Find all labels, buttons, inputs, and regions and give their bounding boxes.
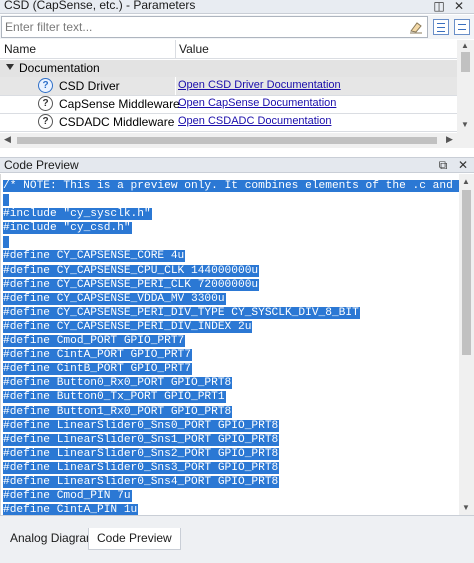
code-preview-editor[interactable]: /* NOTE: This is a preview only. It comb… (0, 174, 459, 515)
code-line-text: #define LinearSlider0_Sns0_PORT GPIO_PRT… (3, 419, 280, 432)
parameters-pane-title-bar: CSD (CapSense, etc.) - Parameters ◫ ✕ (0, 0, 474, 14)
parameter-name: CapSense Middleware (59, 97, 180, 111)
code-line: #define CY_CAPSENSE_PERI_CLK 72000000u (3, 278, 459, 292)
code-line-text: #define LinearSlider0_Sns1_PORT GPIO_PRT… (3, 433, 280, 446)
parameter-name: CSD Driver (59, 79, 120, 93)
documentation-link[interactable]: Open CSD Driver Documentation (178, 79, 341, 91)
scroll-thumb[interactable] (462, 190, 471, 355)
help-icon[interactable]: ? (38, 96, 53, 111)
code-line: #define CY_CAPSENSE_PERI_DIV_INDEX 2u (3, 320, 459, 334)
parameters-horizontal-scrollbar[interactable]: ◀ ▶ (0, 133, 474, 148)
group-label: Documentation (19, 61, 100, 75)
code-line-text (3, 236, 9, 249)
code-line-text: #define CY_CAPSENSE_PERI_CLK 72000000u (3, 278, 260, 291)
parameter-row-csd-driver[interactable]: ? CSD Driver Open CSD Driver Documentati… (0, 77, 457, 95)
clear-filter-icon[interactable] (409, 20, 423, 34)
pin-icon[interactable]: ◫ (432, 0, 446, 13)
code-line: #define LinearSlider0_Sns1_PORT GPIO_PRT… (3, 433, 459, 447)
code-preview-title: Code Preview (4, 158, 79, 172)
parameter-name: CSDADC Middleware (59, 115, 175, 129)
code-line (3, 235, 459, 249)
tab-code-preview[interactable]: Code Preview (88, 528, 181, 550)
scroll-up-icon[interactable]: ▲ (461, 41, 469, 50)
code-line-text: /* NOTE: This is a preview only. It comb… (3, 180, 459, 192)
code-line: #define CintA_PIN 1u (3, 503, 459, 515)
scroll-right-icon[interactable]: ▶ (446, 134, 453, 145)
group-row-documentation[interactable]: Documentation (0, 60, 457, 77)
code-line-text: #define CintB_PORT GPIO_PRT7 (3, 363, 192, 376)
code-line-text: #define CY_CAPSENSE_PERI_DIV_TYPE CY_SYS… (3, 306, 360, 319)
scroll-left-icon[interactable]: ◀ (4, 134, 11, 145)
code-line: #define LinearSlider0_Sns3_PORT GPIO_PRT… (3, 461, 459, 475)
parameters-vertical-scrollbar[interactable]: ▲ ▼ (457, 40, 474, 133)
code-line-text: #define Button0_Tx_PORT GPIO_PRT1 (3, 391, 226, 404)
code-line-text: #define CY_CAPSENSE_CORE 4u (3, 250, 186, 263)
column-header-value[interactable]: Value (179, 42, 209, 56)
code-line-text: #define Button1_Rx0_PORT GPIO_PRT8 (3, 405, 233, 418)
scroll-up-icon[interactable]: ▲ (462, 177, 470, 186)
code-line-text: #define CY_CAPSENSE_VDDA_MV 3300u (3, 292, 226, 305)
code-line-text: #define LinearSlider0_Sns4_PORT GPIO_PRT… (3, 475, 280, 488)
collapse-triangle-icon[interactable] (6, 64, 14, 70)
filter-input[interactable] (1, 16, 428, 38)
code-line-text: #define LinearSlider0_Sns3_PORT GPIO_PRT… (3, 461, 280, 474)
collapse-all-button[interactable] (454, 19, 470, 35)
parameters-grid-header: Name Value (0, 40, 462, 59)
code-line-text: #define Cmod_PIN 7u (3, 490, 132, 503)
column-header-name[interactable]: Name (4, 42, 36, 56)
bottom-tab-bar: Analog Diagram Code Preview (0, 515, 474, 563)
documentation-link[interactable]: Open CSDADC Documentation (178, 115, 331, 127)
code-line: #include "cy_csd.h" (3, 221, 459, 235)
code-line-text: #include "cy_sysclk.h" (3, 208, 152, 221)
code-line: #define Button1_Rx0_PORT GPIO_PRT8 (3, 405, 459, 419)
code-lines: /* NOTE: This is a preview only. It comb… (3, 179, 459, 515)
code-line: #define LinearSlider0_Sns0_PORT GPIO_PRT… (3, 419, 459, 433)
code-line: /* NOTE: This is a preview only. It comb… (3, 179, 459, 193)
code-line: #include "cy_sysclk.h" (3, 207, 459, 221)
close-icon[interactable]: ✕ (456, 158, 470, 172)
code-line: #define CY_CAPSENSE_CORE 4u (3, 249, 459, 263)
parameter-row-csdadc-middleware[interactable]: ? CSDADC Middleware Open CSDADC Document… (0, 113, 457, 131)
code-line: #define Cmod_PORT GPIO_PRT7 (3, 334, 459, 348)
code-line-text: #define LinearSlider0_Sns2_PORT GPIO_PRT… (3, 447, 280, 460)
code-line-text: #define CY_CAPSENSE_CPU_CLK 144000000u (3, 264, 260, 277)
scroll-down-icon[interactable]: ▼ (462, 503, 470, 512)
code-line-text: #define CY_CAPSENSE_PERI_DIV_INDEX 2u (3, 320, 253, 333)
code-preview-title-bar: Code Preview ⧉ ✕ (0, 157, 474, 173)
float-window-icon[interactable]: ⧉ (436, 158, 450, 172)
code-line-text (3, 194, 9, 207)
code-line: #define CintA_PORT GPIO_PRT7 (3, 348, 459, 362)
code-line: #define Cmod_PIN 7u (3, 489, 459, 503)
parameter-row-capsense-middleware[interactable]: ? CapSense Middleware Open CapSense Docu… (0, 95, 457, 113)
code-line-text: #include "cy_csd.h" (3, 222, 132, 235)
code-line: #define Button0_Rx0_PORT GPIO_PRT8 (3, 376, 459, 390)
code-line-text: #define Cmod_PORT GPIO_PRT7 (3, 335, 186, 348)
code-line: #define CY_CAPSENSE_PERI_DIV_TYPE CY_SYS… (3, 306, 459, 320)
help-icon[interactable]: ? (38, 114, 53, 129)
expand-all-button[interactable] (433, 19, 449, 35)
scroll-thumb[interactable] (461, 52, 470, 72)
documentation-link[interactable]: Open CapSense Documentation (178, 97, 336, 109)
code-vertical-scrollbar[interactable]: ▲ ▼ (459, 174, 474, 515)
code-line-text: #define CintA_PORT GPIO_PRT7 (3, 349, 192, 362)
code-line: #define CY_CAPSENSE_VDDA_MV 3300u (3, 292, 459, 306)
scroll-thumb[interactable] (17, 137, 437, 144)
parameters-pane-title: CSD (CapSense, etc.) - Parameters (4, 0, 196, 12)
code-line: #define CintB_PORT GPIO_PRT7 (3, 362, 459, 376)
filter-toolbar (0, 15, 474, 39)
help-icon[interactable]: ? (38, 78, 53, 93)
code-line-text: #define CintA_PIN 1u (3, 504, 139, 515)
code-line: #define CY_CAPSENSE_CPU_CLK 144000000u (3, 264, 459, 278)
code-line-text: #define Button0_Rx0_PORT GPIO_PRT8 (3, 377, 233, 390)
code-line: #define LinearSlider0_Sns2_PORT GPIO_PRT… (3, 447, 459, 461)
close-icon[interactable]: ✕ (452, 0, 466, 13)
code-line: #define LinearSlider0_Sns4_PORT GPIO_PRT… (3, 475, 459, 489)
code-line (3, 193, 459, 207)
scroll-down-icon[interactable]: ▼ (461, 120, 469, 129)
code-line: #define Button0_Tx_PORT GPIO_PRT1 (3, 390, 459, 404)
